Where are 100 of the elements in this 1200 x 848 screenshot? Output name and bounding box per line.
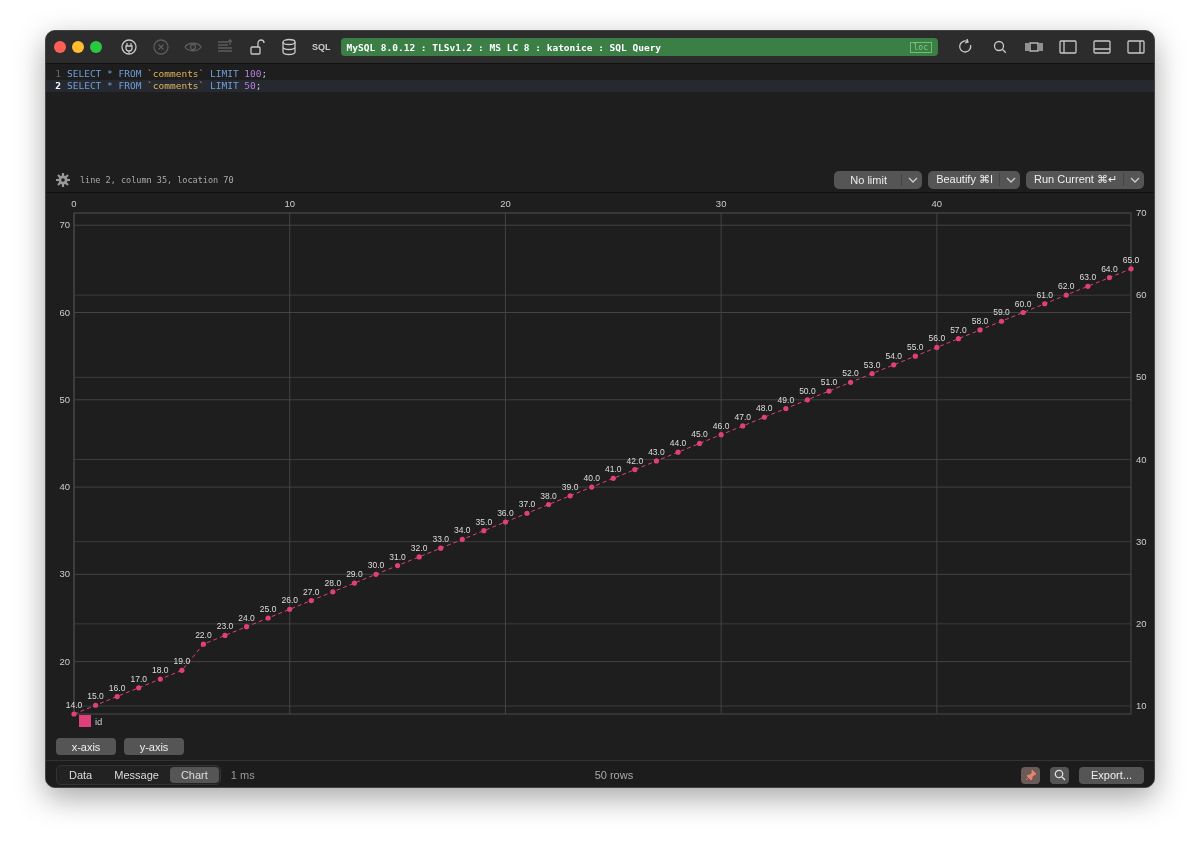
data-label: 42.0	[626, 455, 644, 466]
axis-label: 40	[1136, 453, 1147, 465]
data-point	[459, 536, 465, 543]
chevron-icon	[908, 175, 919, 184]
padlock-icon[interactable]	[248, 38, 266, 56]
data-label: 25.0	[259, 604, 277, 614]
zoom-button[interactable]	[90, 41, 102, 53]
axis-button[interactable]: y-axis	[124, 738, 184, 755]
data-point	[308, 597, 314, 604]
axis-label: 20	[500, 198, 511, 209]
data-label: 52.0	[842, 368, 859, 379]
data-point	[955, 336, 962, 342]
pin-button[interactable]	[1021, 766, 1041, 784]
data-label: 64.0	[1101, 263, 1118, 274]
data-point	[869, 371, 875, 377]
data-point	[696, 440, 703, 447]
settings-icon[interactable]	[56, 172, 70, 187]
dropdown-button[interactable]: No limit	[834, 170, 923, 189]
view-tab[interactable]: Chart	[169, 767, 219, 783]
data-point	[92, 702, 99, 708]
search-button[interactable]	[1050, 766, 1070, 784]
data-point	[200, 641, 207, 647]
axis-label: 40	[59, 481, 70, 493]
data-point	[934, 344, 940, 350]
plug-icon[interactable]	[120, 38, 138, 56]
axis-label: 30	[59, 568, 70, 580]
data-point	[826, 388, 832, 394]
data-label: 44.0	[669, 438, 687, 449]
data-label: 61.0	[1036, 289, 1053, 300]
data-point	[287, 606, 293, 612]
data-point	[675, 449, 681, 455]
export-button[interactable]: Export...	[1079, 766, 1144, 784]
bottom-panel-icon[interactable]	[1092, 38, 1112, 56]
data-label: 16.0	[108, 682, 126, 693]
view-tab[interactable]: Message	[103, 767, 170, 783]
data-label: 59.0	[993, 307, 1010, 318]
data-point	[1085, 283, 1091, 289]
row-count: 50 rows	[594, 769, 635, 781]
chevron-icon	[1006, 175, 1016, 184]
axis-label: 50	[59, 393, 70, 405]
data-point	[718, 432, 724, 438]
data-label: 41.0	[605, 464, 622, 475]
data-label: 60.0	[1014, 298, 1032, 309]
axis-label: 20	[1136, 617, 1147, 629]
data-label: 17.0	[130, 673, 147, 684]
mode-label: SQL	[312, 42, 331, 52]
data-label: 22.0	[195, 630, 212, 641]
data-point	[589, 484, 595, 490]
data-label: 35.0	[475, 516, 493, 527]
data-label: 29.0	[346, 569, 363, 580]
axis-label: 20	[59, 655, 70, 667]
data-point	[179, 667, 185, 673]
data-point	[847, 379, 854, 385]
data-label: 65.0	[1122, 254, 1140, 265]
axis-label: 30	[715, 198, 727, 209]
code-line: SELECT * FROM `comments` LIMIT 100;	[67, 68, 268, 80]
view-tab[interactable]: Data	[58, 767, 104, 783]
query-editor[interactable]: 1 SELECT * FROM `comments` LIMIT 100; 2 SELECT * FROM `comments` LIMIT 50;	[46, 64, 1154, 167]
cursor-position: line 2, column 35, location 70	[80, 174, 234, 185]
data-point	[783, 405, 789, 412]
data-label: 32.0	[410, 542, 428, 553]
data-label: 55.0	[907, 342, 924, 353]
line-number: 1	[54, 68, 62, 80]
data-label: 26.0	[281, 595, 298, 606]
left-panel-icon[interactable]	[1058, 38, 1078, 56]
data-point	[502, 519, 509, 525]
data-point	[1042, 301, 1048, 307]
data-label: 48.0	[756, 403, 773, 414]
axis-label: 0	[71, 198, 77, 209]
data-point	[373, 571, 379, 577]
data-label: 40.0	[583, 473, 600, 484]
data-label: 49.0	[777, 394, 795, 405]
legend-label: id	[95, 716, 103, 727]
pin-icon	[1024, 769, 1037, 781]
data-label: 62.0	[1058, 281, 1075, 292]
data-point	[977, 327, 983, 333]
data-point	[610, 475, 616, 481]
data-label: 18.0	[152, 665, 169, 676]
right-panel-icon[interactable]	[1126, 38, 1146, 56]
data-point	[1106, 275, 1113, 281]
minimize-button[interactable]	[72, 41, 84, 53]
dropdown-button[interactable]: Beautify ⌘I	[928, 170, 1020, 189]
data-point	[804, 397, 811, 403]
axis-label: 70	[59, 219, 70, 231]
data-label: 50.0	[799, 385, 816, 396]
data-point	[761, 414, 767, 420]
database-icon[interactable]	[280, 38, 298, 56]
data-point	[653, 458, 660, 464]
connection-status: MySQL 8.0.12 : TLSv1.2 : MS LC 8 : katonice : SQL Query	[346, 41, 662, 53]
close-button[interactable]	[54, 41, 66, 53]
data-label: 31.0	[389, 551, 406, 562]
data-point	[891, 362, 897, 368]
data-point	[222, 632, 228, 639]
data-label: 28.0	[324, 577, 342, 588]
data-point	[1020, 309, 1026, 316]
data-point	[136, 685, 142, 691]
data-label: 30.0	[367, 560, 385, 571]
dropdown-button[interactable]: Run Current ⌘↵	[1026, 170, 1144, 189]
axis-button[interactable]: x-axis	[56, 738, 116, 755]
data-label: 46.0	[712, 420, 730, 431]
